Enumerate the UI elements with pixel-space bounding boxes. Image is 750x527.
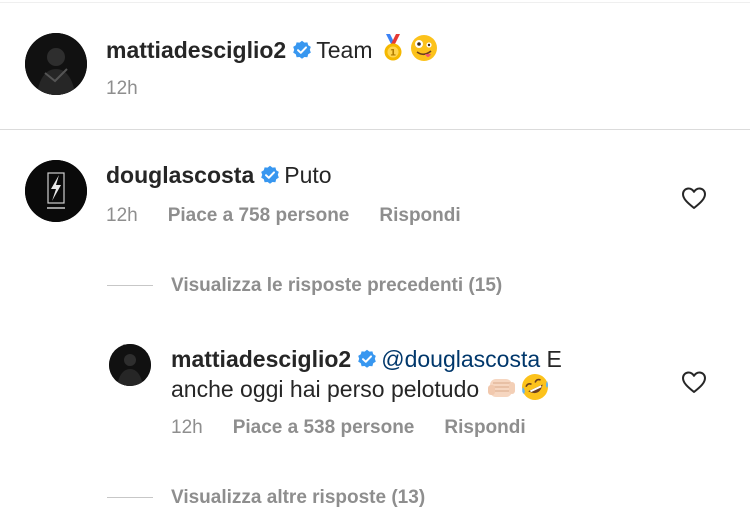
comment-likes-link[interactable]: Piace a 758 persone [168,205,350,226]
verified-badge-icon [357,349,377,369]
reply-username[interactable]: mattiadesciglio2 [171,346,351,372]
view-previous-line [107,285,153,286]
verified-badge-icon [260,165,280,185]
caption-body: Team [316,37,373,63]
caption-text: mattiadesciglio2 Team 1 [106,34,438,69]
zany-face-icon [410,34,438,69]
comment-avatar[interactable] [25,160,87,222]
comment-like-heart-icon[interactable] [681,186,707,210]
reply-like-heart-icon[interactable] [681,370,707,394]
reply-likes-link[interactable]: Piace a 538 persone [233,417,415,438]
medal-icon: 1 [382,34,404,69]
comment-body: Puto [284,162,332,188]
fist-icon [487,373,517,408]
reply-reply-button[interactable]: Rispondi [444,417,525,438]
comment-username[interactable]: douglascosta [106,162,254,188]
caption-avatar[interactable] [25,33,87,95]
comment-reply-button[interactable]: Rispondi [379,205,460,226]
view-previous-replies-button[interactable]: Visualizza le risposte precedenti (15) [171,274,502,298]
svg-text:1: 1 [390,49,396,59]
reply-text-line1: mattiadesciglio2 @douglascosta E [171,345,562,374]
verified-badge-icon [292,40,312,60]
view-more-replies-button[interactable]: Visualizza altre risposte (13) [171,486,425,510]
reply-body-tail: E [546,346,562,372]
top-divider [0,2,750,3]
reply-mention-link[interactable]: @douglascosta [381,346,540,372]
reply-text-line2: anche oggi hai perso pelotudo [171,373,549,408]
caption-time: 12h [106,78,138,99]
comment-text: douglascosta Puto [106,161,332,190]
reply-time: 12h [171,417,203,438]
comment-time: 12h [106,205,138,226]
caption-username[interactable]: mattiadesciglio2 [106,37,286,63]
comment-meta: 12h Piace a 758 persone Rispondi [106,204,461,228]
reply-meta: 12h Piace a 538 persone Rispondi [171,416,526,440]
caption-meta: 12h [106,77,138,101]
rofl-icon [521,373,549,408]
section-divider [0,129,750,130]
reply-body: anche oggi hai perso pelotudo [171,376,480,402]
reply-avatar[interactable] [109,344,151,386]
view-more-line [107,497,153,498]
